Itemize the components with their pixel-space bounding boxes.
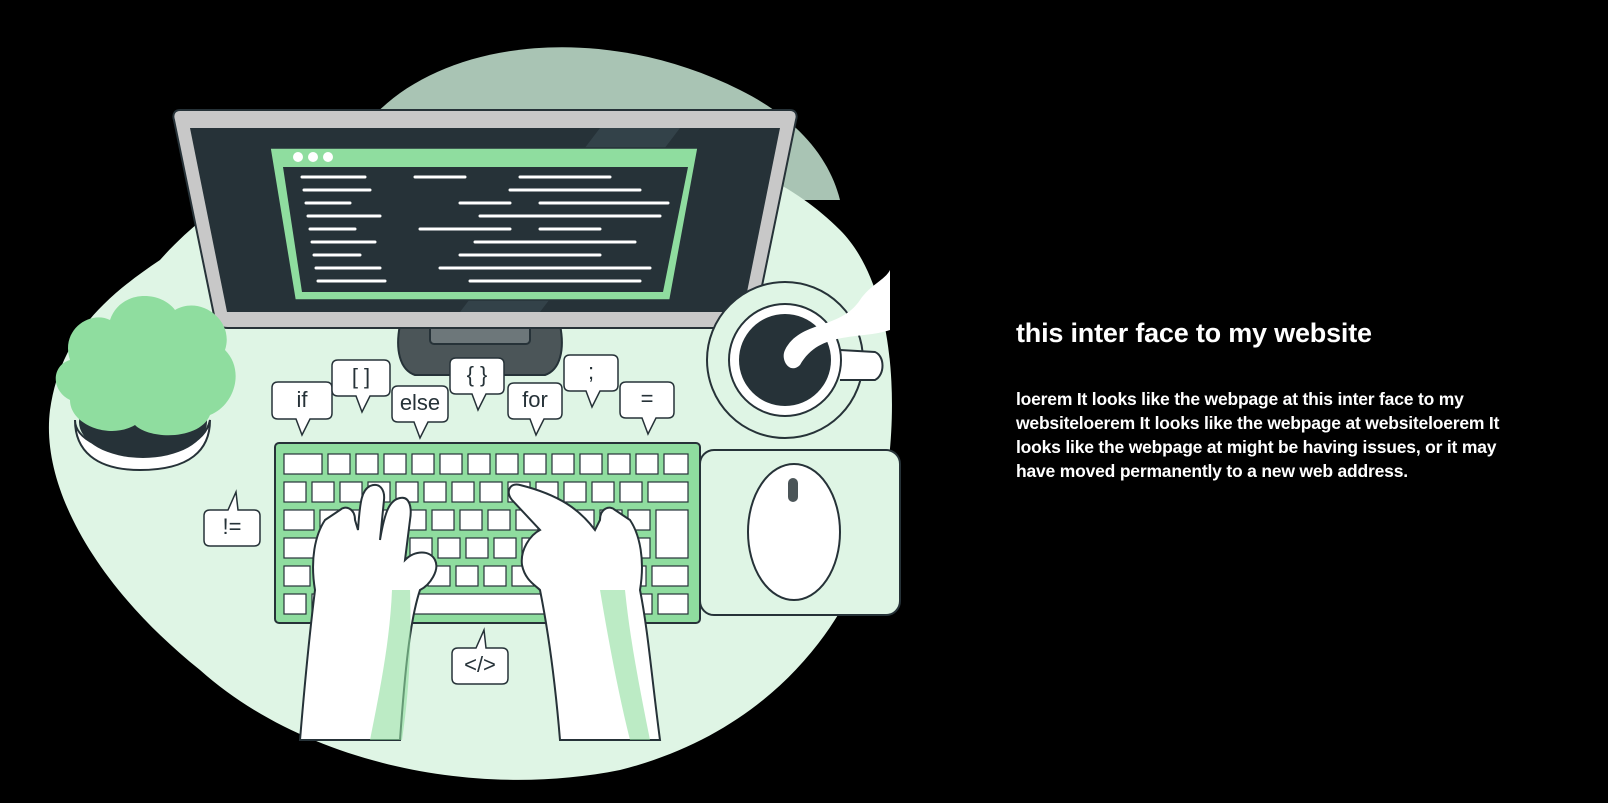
hero-text: this inter face to my website loerem It … — [1016, 318, 1516, 483]
window-dot — [293, 152, 303, 162]
page-title: this inter face to my website — [1016, 318, 1372, 348]
bubble-label: = — [641, 386, 654, 411]
cup-handle — [839, 349, 884, 381]
page: if [ ] else { } for ; = != </> this inte… — [0, 0, 1608, 803]
window-dot — [308, 152, 318, 162]
mouse-wheel — [788, 478, 798, 502]
window-dot — [323, 152, 333, 162]
bubble-label: { } — [467, 362, 488, 387]
plant-leaves — [55, 296, 236, 436]
bubble-label: [ ] — [352, 364, 370, 389]
bubble-label: ; — [588, 359, 594, 384]
bubble-label: for — [522, 387, 548, 412]
page-description: loerem It looks like the webpage at this… — [1016, 389, 1500, 481]
bubble-label: </> — [464, 652, 496, 677]
bubble-label: else — [400, 390, 440, 415]
bubble-label: != — [223, 514, 242, 539]
developer-illustration: if [ ] else { } for ; = != </> — [48, 47, 901, 780]
bubble-label: if — [297, 387, 309, 412]
